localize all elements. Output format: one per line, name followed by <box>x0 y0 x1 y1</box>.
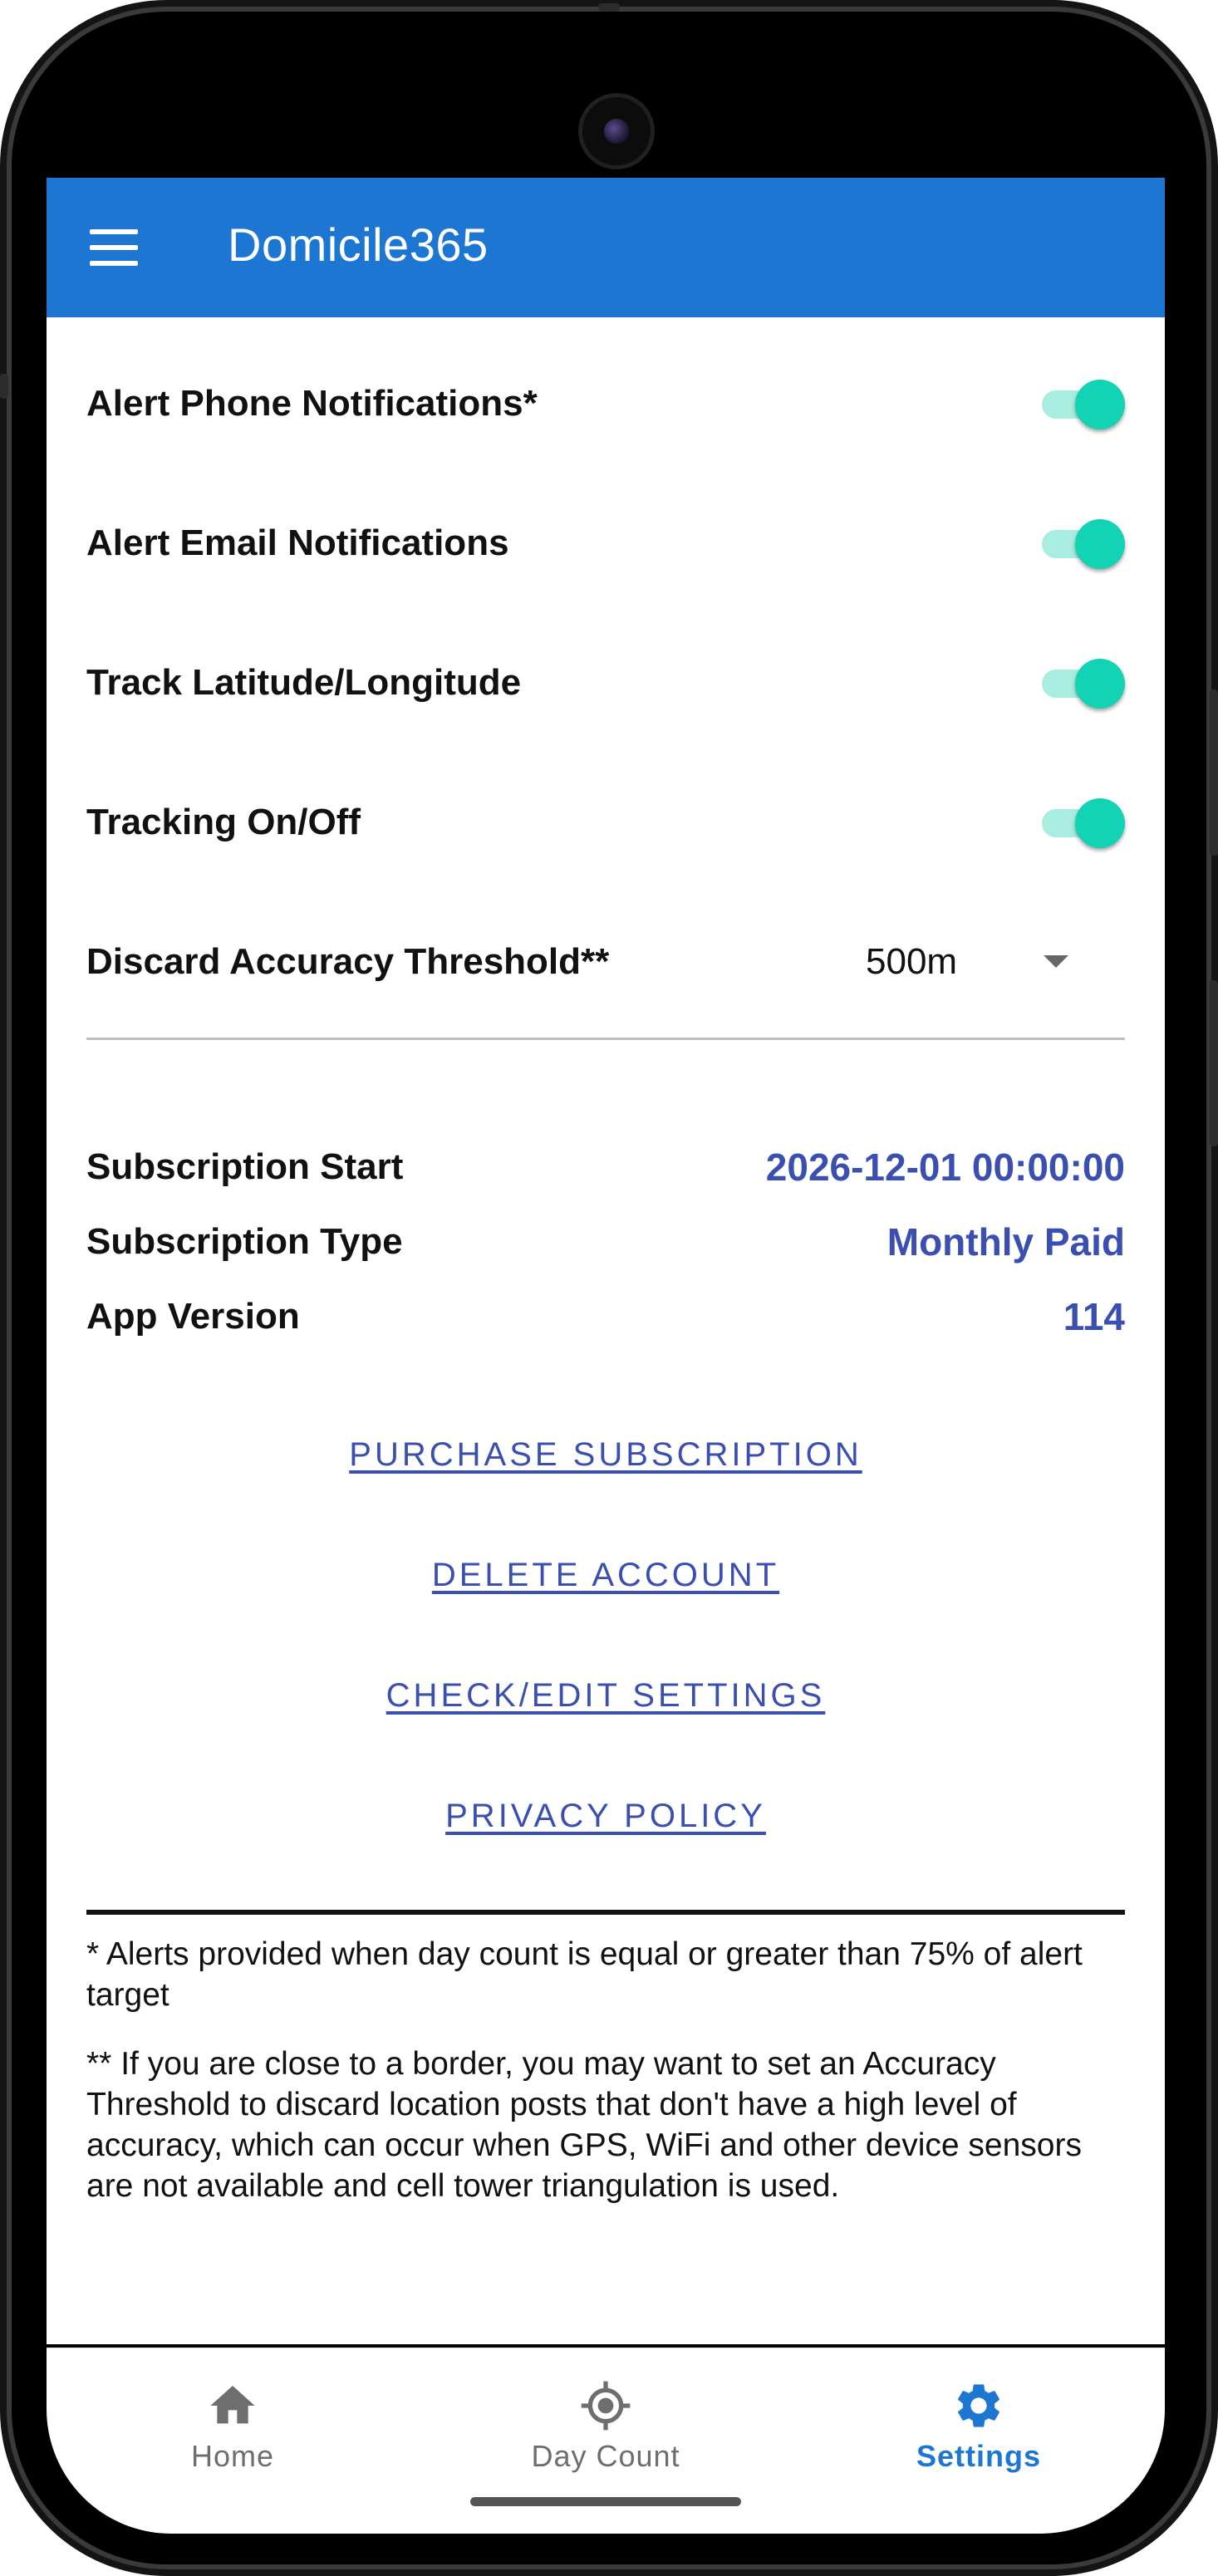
phone-right-button-volume <box>1210 980 1218 1146</box>
toggle-label: Tracking On/Off <box>86 802 361 842</box>
switch-thumb <box>1075 798 1125 848</box>
phone-notifications-switch[interactable] <box>1042 379 1125 429</box>
nav-item-day-count[interactable]: Day Count <box>420 2349 792 2515</box>
toggle-label: Track Latitude/Longitude <box>86 662 522 703</box>
threshold-row: Discard Accuracy Threshold** 500m <box>86 929 1125 995</box>
toggle-row-tracking: Tracking On/Off <box>86 789 1125 856</box>
threshold-select[interactable]: 500m <box>857 929 1125 995</box>
purchase-subscription-link[interactable]: PURCHASE SUBSCRIPTION <box>47 1425 1165 1484</box>
nav-label: Day Count <box>531 2439 680 2473</box>
home-icon <box>210 2386 255 2424</box>
email-notifications-switch[interactable] <box>1042 518 1125 569</box>
info-label: App Version <box>86 1296 300 1337</box>
subscription-type-value: Monthly Paid <box>886 1220 1125 1263</box>
switch-thumb <box>1075 659 1125 709</box>
footnote-alerts: * Alerts provided when day count is equa… <box>86 1936 1083 2013</box>
info-label: Subscription Start <box>86 1146 404 1187</box>
switch-thumb <box>1075 519 1125 569</box>
privacy-policy-link[interactable]: PRIVACY POLICY <box>47 1787 1165 1845</box>
delete-account-link[interactable]: DELETE ACCOUNT <box>47 1546 1165 1604</box>
toggle-label: Alert Phone Notifications* <box>86 383 538 424</box>
nav-label: Settings <box>916 2439 1041 2473</box>
app-bar: Domicile365 <box>47 178 1165 317</box>
front-camera <box>578 93 655 169</box>
app-version-value: 114 <box>1063 1295 1125 1338</box>
phone-top-button <box>598 3 620 12</box>
crosshair-icon <box>581 2381 631 2431</box>
phone-frame: Domicile365 Alert Phone Notifications* A… <box>0 0 1218 2576</box>
toggle-row-track-lat-long: Track Latitude/Longitude <box>86 650 1125 716</box>
home-indicator[interactable] <box>470 2497 741 2506</box>
subscription-start-value: 2026-12-01 00:00:00 <box>765 1146 1125 1189</box>
phone-left-button <box>0 374 8 399</box>
subscription-start-row: Subscription Start 2026-12-01 00:00:00 <box>86 1138 1125 1196</box>
check-edit-settings-link[interactable]: CHECK/EDIT SETTINGS <box>47 1666 1165 1725</box>
screen: Domicile365 Alert Phone Notifications* A… <box>47 28 1165 2534</box>
subscription-type-row: Subscription Type Monthly Paid <box>86 1213 1125 1271</box>
footnote-accuracy: ** If you are close to a border, you may… <box>86 2046 1082 2204</box>
switch-thumb <box>1075 380 1125 429</box>
app-title: Domicile365 <box>228 218 489 271</box>
info-label: Subscription Type <box>86 1221 403 1262</box>
menu-icon[interactable] <box>90 229 140 266</box>
caret-down-icon <box>1044 955 1068 968</box>
nav-item-settings[interactable]: Settings <box>793 2349 1165 2515</box>
gear-icon <box>958 2384 999 2427</box>
track-lat-long-switch[interactable] <box>1042 658 1125 709</box>
toggle-row-phone-notifications: Alert Phone Notifications* <box>86 370 1125 437</box>
toggle-label: Alert Email Notifications <box>86 523 509 563</box>
app-version-row: App Version 114 <box>86 1288 1125 1346</box>
nav-label: Home <box>190 2439 275 2473</box>
footnote-divider <box>86 1910 1125 1915</box>
settings-content: Alert Phone Notifications* Alert Email N… <box>47 317 1165 2344</box>
threshold-value: 500m <box>866 941 958 982</box>
phone-right-button-power <box>1210 689 1218 856</box>
threshold-label: Discard Accuracy Threshold** <box>86 941 610 982</box>
nav-item-home[interactable]: Home <box>47 2349 419 2515</box>
tracking-switch[interactable] <box>1042 797 1125 848</box>
section-divider <box>86 1038 1125 1040</box>
toggle-row-email-notifications: Alert Email Notifications <box>86 510 1125 577</box>
